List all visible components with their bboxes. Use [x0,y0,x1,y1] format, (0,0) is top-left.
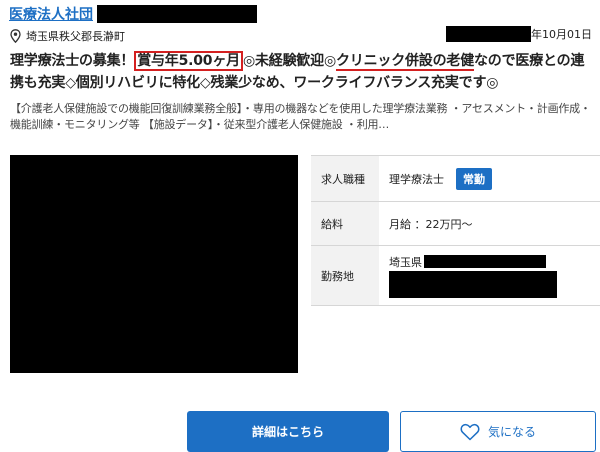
headline-bonus-highlight: 賞与年5.00ヶ月 [134,51,243,71]
headline-clinic-highlight: クリニック併設の老健 [336,53,474,71]
favorite-label: 気になる [487,425,536,439]
date-text: 年10月01日 [531,28,592,41]
heart-icon [460,423,480,440]
job-type-value-cell: 理学療法士 常勤 [379,156,600,201]
workplace-label: 勤務地 [311,246,379,305]
workplace-prefecture: 埼玉県 [389,255,422,269]
redacted-year [446,26,531,42]
salary-value: 月給 ：22万円〜 [389,217,473,231]
map-pin-icon [10,29,21,43]
job-info-table: 求人職種 理学療法士 常勤 給料 月給 ：22万円〜 勤務地 埼玉県 [311,155,600,306]
redacted-address-line1 [424,255,546,268]
redacted-org-name [97,5,257,23]
headline-part1: 理学療法士の募集！ [10,53,135,69]
redacted-facility-photo [10,155,298,373]
workplace-line: 埼玉県 [389,254,546,270]
workplace-value-cell: 埼玉県 [379,246,600,305]
job-description: 【介護老人保健施設での機能回復訓練業務全般】・専用の機器などを使用した理学療法業… [10,102,591,131]
org-header: 医療法人社団 [9,4,257,24]
redacted-address-line2 [389,270,557,298]
headline-part2: ◎未経験歓迎◎ [242,53,336,69]
location-text: 埼玉県秩父郡長瀞町 [26,30,125,43]
org-name-link[interactable]: 医療法人社団 [9,4,93,24]
employment-type-badge: 常勤 [456,167,492,190]
favorite-button[interactable]: 気になる [400,411,596,452]
job-type-label: 求人職種 [311,156,379,201]
job-type-value: 理学療法士 [389,172,444,186]
posted-date: 年10月01日 [446,26,592,42]
info-row-job-type: 求人職種 理学療法士 常勤 [311,156,600,202]
info-row-workplace: 勤務地 埼玉県 [311,246,600,306]
salary-label: 給料 [311,202,379,245]
view-details-button[interactable]: 詳細はこちら [187,411,389,452]
job-headline[interactable]: 理学療法士の募集！ 賞与年5.00ヶ月 ◎未経験歓迎◎クリニック併設の老健なので医療… [10,50,596,94]
info-row-salary: 給料 月給 ：22万円〜 [311,202,600,246]
location-row: 埼玉県秩父郡長瀞町 [10,29,125,43]
